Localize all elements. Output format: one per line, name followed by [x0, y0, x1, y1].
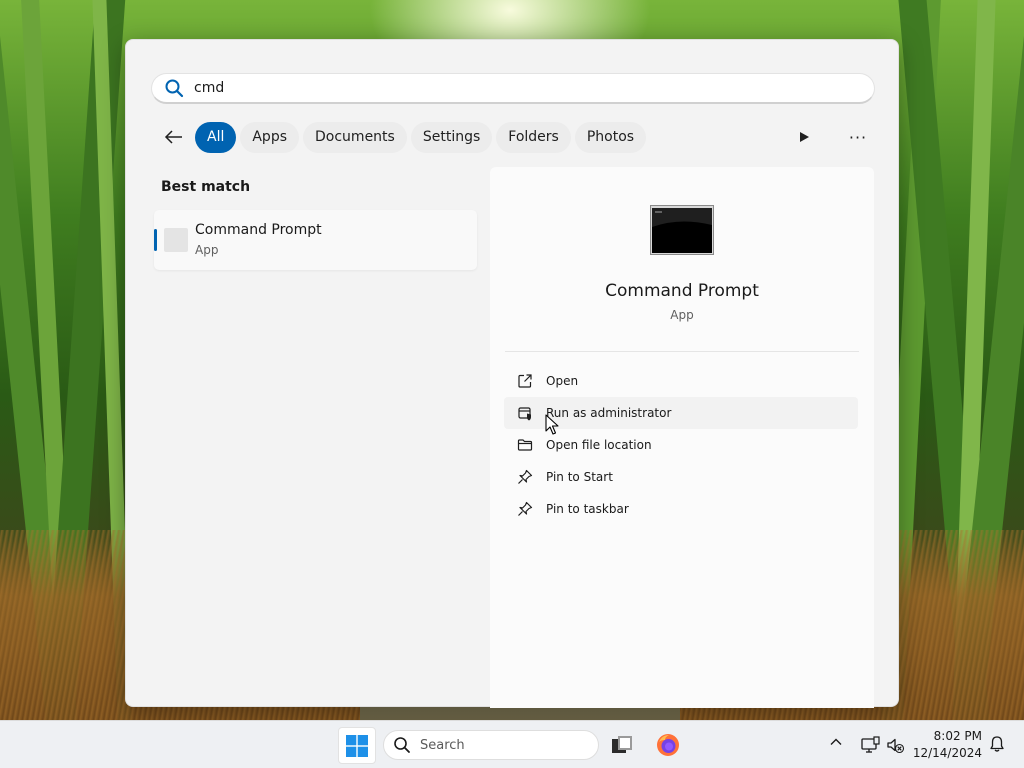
clock-time: 8:02 PM: [933, 729, 982, 743]
windows-logo-icon: [346, 734, 368, 757]
action-open[interactable]: Open: [504, 365, 858, 397]
taskbar-search-placeholder: Search: [420, 737, 465, 753]
play-icon: [800, 132, 809, 142]
chevron-up-icon[interactable]: [829, 735, 847, 753]
arrow-left-icon: [164, 130, 182, 144]
more-filters-button[interactable]: [794, 127, 814, 147]
notification-bell-icon[interactable]: [988, 735, 1006, 753]
firefox-icon[interactable]: [656, 733, 680, 757]
filter-settings[interactable]: Settings: [410, 121, 493, 153]
filter-all[interactable]: All: [195, 121, 237, 153]
start-button[interactable]: [338, 727, 376, 764]
back-button[interactable]: [161, 124, 187, 150]
filter-folders[interactable]: Folders: [496, 121, 571, 153]
filter-bar: All Apps Documents Settings Folders Phot…: [161, 121, 650, 153]
action-run-as-administrator-label: Run as administrator: [546, 406, 672, 420]
detail-app-type: App: [670, 308, 694, 322]
network-icon[interactable]: [860, 735, 880, 755]
action-pin-to-start[interactable]: Pin to Start: [504, 461, 858, 493]
clock[interactable]: 8:02 PM 12/14/2024: [910, 728, 982, 762]
action-list: Open Run as administrator Open file loca…: [504, 365, 858, 525]
shield-admin-icon: [516, 404, 534, 422]
command-prompt-icon: [164, 228, 188, 252]
taskbar-search-box[interactable]: Search: [383, 730, 599, 760]
filter-photos[interactable]: Photos: [574, 121, 647, 153]
result-name: Command Prompt: [195, 222, 322, 238]
task-view-icon[interactable]: [610, 733, 634, 757]
best-match-heading: Best match: [161, 179, 251, 195]
taskbar: Search 8:02 PM 12/14/2024: [0, 720, 1024, 768]
open-external-icon: [516, 372, 534, 390]
volume-muted-icon[interactable]: [885, 735, 905, 755]
action-pin-to-start-label: Pin to Start: [546, 470, 613, 484]
result-type: App: [195, 243, 219, 257]
pin-icon: [516, 468, 534, 486]
filter-documents[interactable]: Documents: [303, 121, 407, 153]
action-open-file-location-label: Open file location: [546, 438, 652, 452]
detail-pane: Command Prompt App Open Run as administr…: [490, 167, 874, 708]
search-query: cmd: [194, 80, 225, 96]
search-icon: [394, 737, 410, 753]
action-pin-to-taskbar[interactable]: Pin to taskbar: [504, 493, 858, 525]
detail-app-name: Command Prompt: [605, 281, 759, 301]
divider: [505, 351, 859, 352]
search-icon: [165, 79, 184, 98]
more-options-button[interactable]: ···: [846, 127, 870, 147]
pin-icon: [516, 500, 534, 518]
search-input[interactable]: cmd: [151, 73, 875, 104]
folder-icon: [516, 436, 534, 454]
best-match-result[interactable]: Command Prompt App: [154, 210, 477, 270]
selection-indicator: [154, 229, 157, 251]
mouse-cursor-icon: [545, 414, 559, 435]
search-flyout: cmd All Apps Documents Settings Folders …: [125, 39, 899, 708]
action-pin-to-taskbar-label: Pin to taskbar: [546, 502, 629, 516]
action-open-label: Open: [546, 374, 579, 388]
clock-date: 12/14/2024: [912, 746, 982, 760]
filter-apps[interactable]: Apps: [240, 121, 300, 153]
command-prompt-large-icon: [650, 205, 714, 255]
